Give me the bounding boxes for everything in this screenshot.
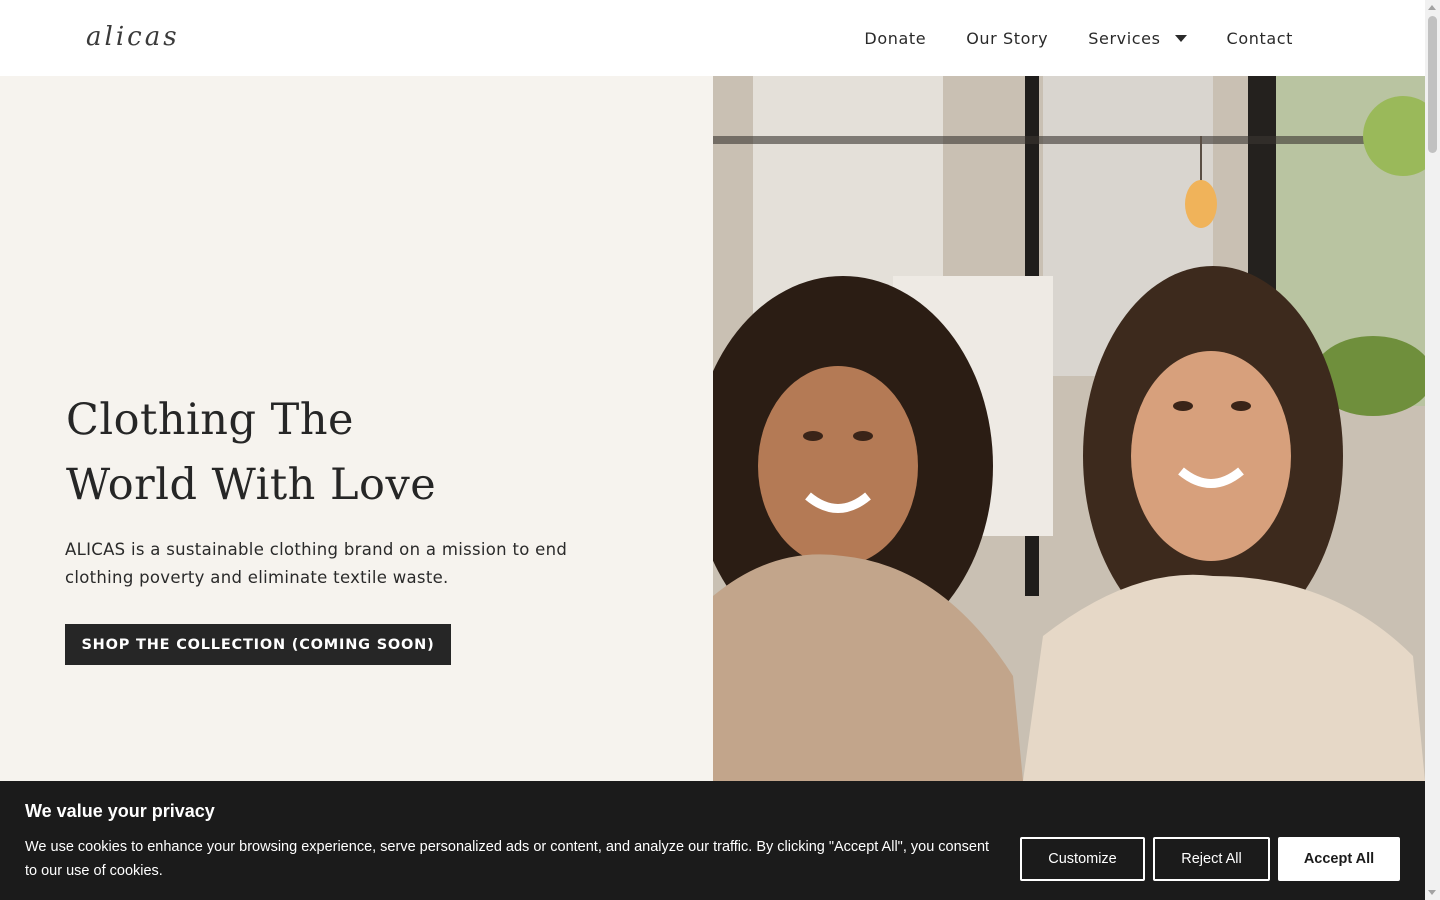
cookie-description: We use cookies to enhance your browsing … (25, 839, 990, 879)
cookie-consent-banner: We value your privacy We use cookies to … (0, 781, 1425, 900)
hero-title: Clothing The World With Love (66, 388, 436, 518)
nav-services[interactable]: Services (1088, 28, 1187, 48)
site-header: alicas Donate Our Story Services Contact (0, 0, 1425, 76)
reject-all-button[interactable]: Reject All (1153, 837, 1270, 881)
scroll-thumb[interactable] (1428, 16, 1437, 153)
nav-our-story[interactable]: Our Story (966, 29, 1048, 48)
hero-description: ALICAS is a sustainable clothing brand o… (65, 540, 568, 587)
hero-photo-illustration (713, 76, 1425, 781)
page-scrollbar[interactable] (1425, 0, 1440, 900)
accept-all-button[interactable]: Accept All (1278, 837, 1400, 881)
hero-image (713, 76, 1425, 781)
nav-donate[interactable]: Donate (864, 29, 926, 48)
hero-title-line-1: Clothing The (66, 395, 354, 445)
customize-button[interactable]: Customize (1020, 837, 1145, 881)
caret-down-icon (1174, 34, 1187, 42)
shop-collection-button[interactable]: SHOP THE COLLECTION (COMING SOON) (65, 624, 451, 665)
scroll-down-arrow-icon[interactable] (1428, 890, 1436, 895)
brand-logo[interactable]: alicas (86, 22, 180, 52)
main-nav: Donate Our Story Services Contact (864, 0, 1293, 76)
cookie-title: We value your privacy (25, 801, 215, 821)
hero-text-panel: Clothing The World With Love ALICAS is a… (0, 76, 713, 781)
nav-contact[interactable]: Contact (1227, 29, 1293, 48)
nav-services-label: Services (1088, 28, 1161, 48)
hero-title-line-2: World With Love (66, 460, 437, 510)
scroll-up-arrow-icon[interactable] (1428, 5, 1436, 10)
